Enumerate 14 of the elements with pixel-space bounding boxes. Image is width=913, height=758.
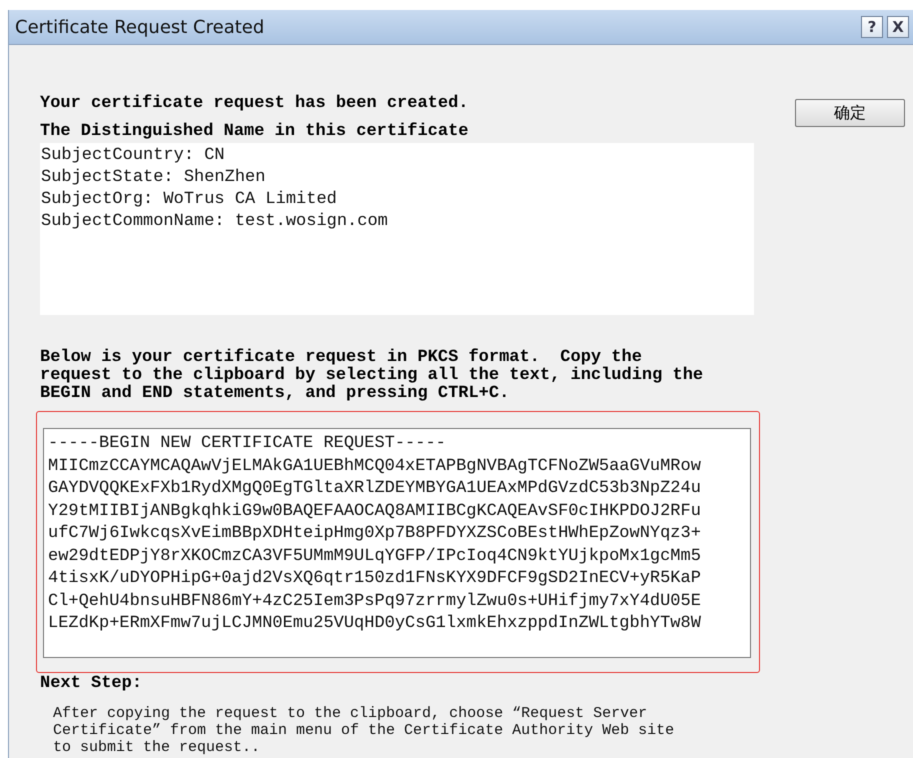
request-text-area[interactable]: -----BEGIN NEW CERTIFICATE REQUEST----- MIICmzCCAYMCAQAwVjELMAkGA1UEBhMCQ04xETAPBgNVBAgTCFNoZW5aaGVuMRow GAYDVQQKExFXb1RydXMgQ0EgTGltaXRlZDEYMBYGA1UEAxMPdGVzdC53b3NpZ24u Y29tMIIBIjANBgkqhkiG9w0BAQEFAAOCAQ8AMIIBCgKCAQEAvSF0cIHKPDOJ2RFu ufC7Wj6IwkcqsXvEimBBpXDHteipHmg0Xp7B8PFDYXZSCoBEstHWhEpZowNYqz3+ ew29dtEDPjY8rXKOCmzCA3VF5UMmM9ULqYGFP/IPcIoq4CN9ktYUjkpoMx1gcMm5 4tisxK/uDYOPHipG+0ajd2VsXQ6qtr150zd1FNsKYX9DFCF9gSD2InECV+yR5KaP Cl+QehU4bnsuHBFN86mY+4zC25Iem3PsPq97zrrmylZwu0s+UHifjmy7xY4dU05E LEZdKp+ERmXFmw7ujLCJMN0Emu25VUqHD0yCsG1lxmkEhxzppdInZWLtgbhYTw8W [43,428,751,658]
dn-line: SubjectOrg: WoTrus CA Limited [41,189,338,211]
next-step-text: After copying the request to the clipboard, choose “Request Server Certificate” from the main menu of the Certificate Authority Web site to submit the request.. [53,705,676,756]
dn-heading: The Distinguished Name in this certificate [40,123,470,143]
window-title: Certificate Request Created [15,16,266,38]
help-button[interactable]: ? [861,16,883,38]
ok-button[interactable]: 确定 [795,99,905,127]
dn-line: SubjectCommonName: test.wosign.com [41,211,389,233]
dn-line: SubjectCountry: CN [41,145,226,167]
instructions-text: Below is your certificate request in PKCS format. Copy the request to the clipboard by selecting all the text, including the BEGIN and END statements, and pressing CTRL+C. [40,349,704,403]
intro-text: Your certificate request has been created. [40,95,470,113]
close-button[interactable]: X [887,16,909,38]
next-step-heading: Next Step: [40,675,144,693]
dn-line: SubjectState: ShenZhen [41,167,266,189]
